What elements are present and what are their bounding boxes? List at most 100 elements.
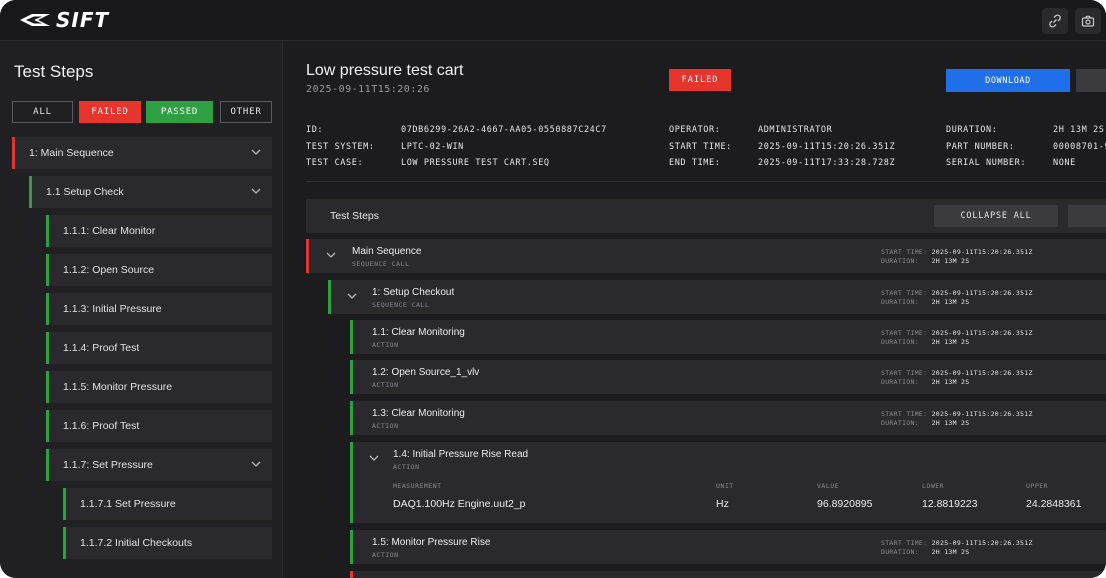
meta-end-time-label: END TIME:: [669, 158, 721, 168]
measurement-column: MEASUREMENT DAQ1.100Hz Engine.uut2_p: [393, 482, 526, 510]
step-row-clear-monitoring[interactable]: 1.1: Clear Monitoring ACTION START TIME:…: [350, 320, 1106, 354]
steps-header: Test Steps COLLAPSE ALL: [306, 199, 1106, 233]
app-window: SIFT Test Steps ALL FAILED PASSED OTHER …: [0, 0, 1106, 578]
duration-label: DURATION:: [881, 547, 919, 556]
lower-column: LOWER 12.8819223: [922, 482, 977, 510]
sidebar-item-label: 1.1.6: Proof Test: [63, 420, 140, 432]
meta-end-time-value: 2025-09-11T17:33:28.728Z: [758, 158, 896, 168]
chevron-down-icon[interactable]: [346, 290, 358, 302]
meta-id-value: 07DB6299-26A2-4667-AA05-0550887C24C7: [401, 125, 607, 135]
start-time-value: 2025-09-11T15:20:26.351Z: [931, 248, 1033, 256]
step-type: ACTION: [372, 422, 399, 430]
filter-passed-button[interactable]: PASSED: [146, 101, 213, 123]
step-row-clear-monitoring-2[interactable]: 1.3: Clear Monitoring ACTION START TIME:…: [350, 401, 1106, 435]
step-type: ACTION: [393, 463, 420, 471]
step-name: Main Sequence: [352, 246, 422, 257]
step-times: START TIME: 2025-09-11T15:20:26.351Z DUR…: [881, 539, 1033, 556]
more-button[interactable]: [1076, 69, 1106, 92]
meta-serial-number-value: NONE: [1053, 158, 1076, 168]
chevron-down-icon[interactable]: [250, 458, 262, 470]
start-time-label: START TIME:: [881, 369, 928, 377]
step-times: START TIME: 2025-09-11T15:20:26.351Z DUR…: [881, 289, 1033, 306]
meta-operator-label: OPERATOR:: [669, 125, 721, 135]
divider: [306, 181, 1106, 182]
step-type: ACTION: [372, 551, 399, 559]
duration-label: DURATION:: [881, 256, 919, 265]
main-panel: Low pressure test cart 2025-09-11T15:20:…: [284, 41, 1106, 578]
step-type: ACTION: [372, 381, 399, 389]
steps-title: Test Steps: [330, 210, 380, 222]
meta-serial-number-label: SERIAL NUMBER:: [946, 158, 1027, 168]
sidebar-item-set-pressure-sub[interactable]: 1.1.7.1 Set Pressure: [63, 488, 272, 520]
start-time-label: START TIME:: [881, 248, 928, 256]
start-time-value: 2025-09-11T15:20:26.351Z: [931, 369, 1033, 377]
meta-id-label: ID:: [306, 125, 324, 135]
duration-label: DURATION:: [881, 418, 919, 427]
chevron-down-icon[interactable]: [250, 146, 262, 158]
sidebar-item-label: 1.1.2: Open Source: [63, 264, 155, 276]
sidebar-item-label: 1.1.7.1 Set Pressure: [80, 498, 176, 510]
sidebar-title: Test Steps: [14, 62, 94, 81]
lower-value: 12.8819223: [922, 498, 978, 510]
sidebar-item-open-source[interactable]: 1.1.2: Open Source: [46, 254, 272, 286]
chevron-down-icon[interactable]: [368, 452, 380, 464]
sidebar-item-label: 1.1.1: Clear Monitor: [63, 225, 156, 237]
step-row-open-source[interactable]: 1.2: Open Source_1_vlv ACTION START TIME…: [350, 360, 1106, 394]
sidebar-item-clear-monitor[interactable]: 1.1.1: Clear Monitor: [46, 215, 272, 247]
collapse-all-button[interactable]: COLLAPSE ALL: [934, 205, 1058, 227]
step-row-next[interactable]: [350, 571, 1106, 578]
sidebar-item-main-sequence[interactable]: 1: Main Sequence: [12, 137, 272, 169]
sidebar-item-setup-check[interactable]: 1.1 Setup Check: [29, 176, 272, 208]
screenshot-button[interactable]: [1075, 8, 1101, 34]
duration-value: 2H 13M 2S: [931, 297, 970, 306]
meta-start-time-value: 2025-09-11T15:20:26.351Z: [758, 142, 896, 152]
filter-all-button[interactable]: ALL: [12, 101, 73, 123]
sidebar-item-label: 1.1.7.2 Initial Checkouts: [80, 537, 193, 549]
chevron-down-icon[interactable]: [250, 185, 262, 197]
copy-link-button[interactable]: [1042, 8, 1068, 34]
unit-column: UNIT Hz: [716, 482, 734, 510]
step-times: START TIME: 2025-09-11T15:20:26.351Z DUR…: [881, 410, 1033, 427]
filter-failed-button[interactable]: FAILED: [79, 101, 141, 123]
sidebar-item-initial-checkouts[interactable]: 1.1.7.2 Initial Checkouts: [63, 527, 272, 559]
step-row-main-sequence[interactable]: Main Sequence SEQUENCE CALL START TIME: …: [306, 239, 1106, 273]
unit-header: UNIT: [716, 482, 734, 490]
sidebar-item-proof-test[interactable]: 1.1.4: Proof Test: [46, 332, 272, 364]
meta-duration-label: DURATION:: [946, 125, 998, 135]
brand-name: SIFT: [56, 8, 110, 32]
meta-start-time-label: START TIME:: [669, 142, 732, 152]
chevron-down-icon[interactable]: [325, 249, 337, 261]
duration-value: 2H 13M 2S: [931, 418, 970, 427]
sidebar-item-label: 1.1.4: Proof Test: [63, 342, 140, 354]
sidebar-item-initial-pressure[interactable]: 1.1.3: Initial Pressure: [46, 293, 272, 325]
sidebar-item-label: 1.1.7: Set Pressure: [63, 459, 153, 471]
step-type: ACTION: [372, 341, 399, 349]
measurement-value: DAQ1.100Hz Engine.uut2_p: [393, 498, 526, 510]
duration-value: 2H 13M 2S: [931, 337, 970, 346]
sift-logo[interactable]: SIFT: [20, 8, 110, 32]
unit-value: Hz: [716, 498, 729, 510]
start-time-value: 2025-09-11T15:20:26.351Z: [931, 329, 1033, 337]
start-time-label: START TIME:: [881, 289, 928, 297]
step-name: 1.2: Open Source_1_vlv: [372, 367, 480, 378]
step-name: 1: Setup Checkout: [372, 287, 455, 298]
expand-all-button[interactable]: [1068, 205, 1106, 227]
page-title: Low pressure test cart: [306, 62, 464, 79]
duration-value: 2H 13M 2S: [931, 256, 970, 265]
sift-logo-icon: [20, 14, 50, 26]
step-row-monitor-pressure-rise[interactable]: 1.5: Monitor Pressure Rise ACTION START …: [350, 530, 1106, 564]
step-type: SEQUENCE CALL: [372, 301, 430, 309]
start-time-label: START TIME:: [881, 539, 928, 547]
step-times: START TIME: 2025-09-11T15:20:26.351Z DUR…: [881, 248, 1033, 265]
download-button[interactable]: DOWNLOAD: [946, 69, 1070, 92]
sidebar-item-monitor-pressure[interactable]: 1.1.5: Monitor Pressure: [46, 371, 272, 403]
sidebar-item-set-pressure[interactable]: 1.1.7: Set Pressure: [46, 449, 272, 481]
step-row-initial-pressure-rise[interactable]: 1.4: Initial Pressure Rise Read ACTION M…: [350, 442, 1106, 523]
start-time-value: 2025-09-11T15:20:26.351Z: [931, 539, 1033, 547]
step-row-setup-checkout[interactable]: 1: Setup Checkout SEQUENCE CALL START TI…: [328, 280, 1106, 314]
meta-test-system-label: TEST SYSTEM:: [306, 142, 375, 152]
meta-test-case-label: TEST CASE:: [306, 158, 364, 168]
filter-other-button[interactable]: OTHER: [220, 101, 272, 123]
start-time-value: 2025-09-11T15:20:26.351Z: [931, 289, 1033, 297]
sidebar-item-proof-test-2[interactable]: 1.1.6: Proof Test: [46, 410, 272, 442]
